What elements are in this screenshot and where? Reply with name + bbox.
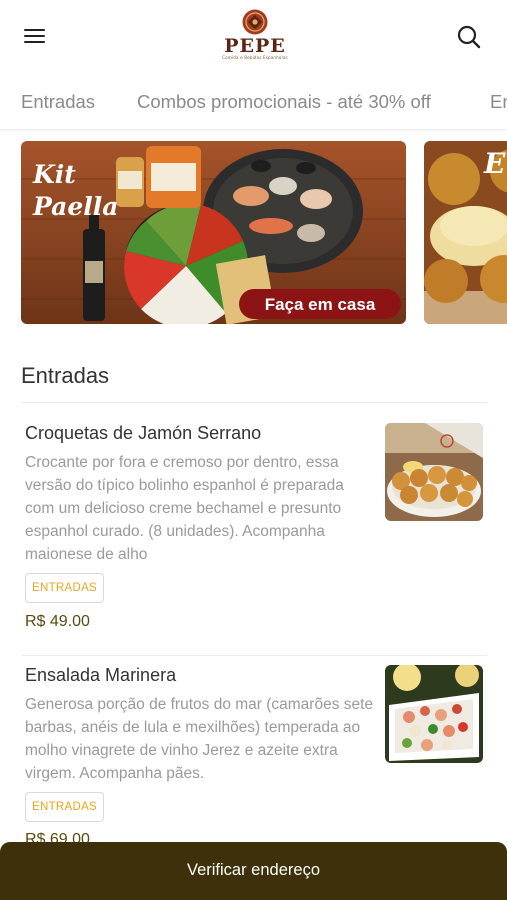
app-header: PEPE Comida e Bebidas Espanholas <box>0 0 507 75</box>
brand-logo[interactable]: PEPE Comida e Bebidas Espanholas <box>218 8 292 68</box>
banner-entradas-partial[interactable]: E <box>424 141 507 324</box>
check-address-label: Verificar endereço <box>187 861 320 879</box>
divider <box>21 655 487 656</box>
section-title: Entradas <box>21 363 110 388</box>
banner-title-line2: Paella <box>32 192 118 221</box>
logo-text: PEPE <box>224 35 286 57</box>
banner-title-line1: Kit <box>32 160 76 189</box>
item-name: Ensalada Marinera <box>25 665 177 685</box>
category-tabs: Entradas Combos promocionais - até 30% o… <box>0 75 507 130</box>
search-icon[interactable] <box>456 24 482 50</box>
item-category-tag: ENTRADAS <box>25 792 105 822</box>
banner-2-title-fragment: E <box>483 147 506 180</box>
check-address-button[interactable]: Verificar endereço <box>0 842 507 900</box>
item-name: Croquetas de Jamón Serrano <box>25 423 262 443</box>
croquetas-photo: E <box>424 141 507 324</box>
hamburger-menu-icon[interactable] <box>22 26 48 48</box>
item-description: Generosa porção de frutos do mar (camarõ… <box>25 696 374 782</box>
item-description: Crocante por fora e cremoso por dentro, … <box>25 454 344 563</box>
item-price: R$ 49.00 <box>25 613 90 630</box>
promo-carousel: Kit Paella Faça em casa E <box>0 141 507 326</box>
logo-emblem-icon <box>242 9 268 35</box>
paella-photo: Kit Paella Faça em casa <box>21 141 406 324</box>
tab-combos-promocionais[interactable]: Combos promocionais - até 30% off <box>137 91 431 113</box>
item-photo-croquetas <box>385 423 483 521</box>
banner-kit-paella[interactable]: Kit Paella Faça em casa <box>21 141 406 324</box>
menu-item[interactable]: Croquetas de Jamón Serrano Crocante por … <box>21 423 487 638</box>
tab-entradas[interactable]: Entradas <box>21 91 95 113</box>
item-category-tag: ENTRADAS <box>25 573 105 603</box>
menu-item[interactable]: Ensalada Marinera Generosa porção de fru… <box>21 665 487 850</box>
item-photo-ensalada <box>385 665 483 763</box>
banner-cta-label: Faça em casa <box>265 295 376 314</box>
tab-next-partial[interactable]: En <box>490 91 507 113</box>
logo-subtitle: Comida e Bebidas Espanholas <box>222 55 288 60</box>
divider <box>21 402 487 403</box>
